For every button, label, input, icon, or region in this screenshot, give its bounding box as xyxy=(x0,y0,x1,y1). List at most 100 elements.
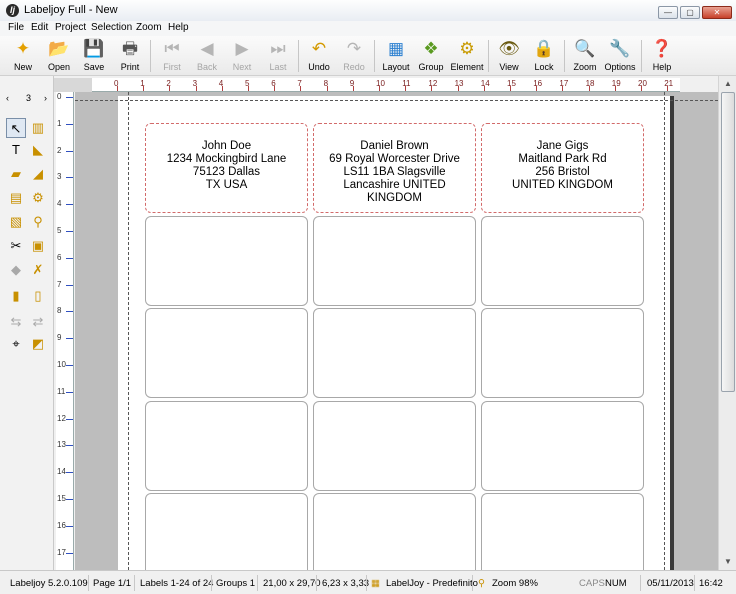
label-cell[interactable] xyxy=(313,493,476,570)
close-button[interactable]: ✕ xyxy=(702,6,732,19)
bring-front-icon[interactable]: ▮ xyxy=(6,286,26,306)
page-number[interactable]: 3 xyxy=(26,93,31,103)
element-button[interactable]: ⚙ Element xyxy=(450,37,484,75)
label-cell[interactable] xyxy=(145,308,308,398)
ruler-tick xyxy=(66,472,73,474)
main-toolbar: ✦ New 📂 Open 💾 Save 🖶 Print ⏮ First ◀ Ba… xyxy=(0,36,736,76)
menu-selection[interactable]: Selection xyxy=(91,22,132,33)
label-cell[interactable] xyxy=(481,493,644,570)
margin-guide xyxy=(664,92,665,570)
ruler-tick xyxy=(169,86,171,91)
scroll-thumb[interactable] xyxy=(721,92,735,392)
address-line: KINGDOM xyxy=(367,192,422,204)
label-cell[interactable]: Daniel Brown 69 Royal Worcester Drive LS11… xyxy=(313,123,476,213)
status-page: Page 1/1 xyxy=(93,578,132,589)
label-cell[interactable] xyxy=(145,215,308,306)
address-line: Lancashire UNITED xyxy=(343,179,446,191)
first-button[interactable]: ⏮ First xyxy=(155,37,189,75)
delete-tool-icon[interactable]: ◆ xyxy=(6,260,26,280)
swap-icon[interactable]: ⇄ xyxy=(28,312,48,332)
menu-help[interactable]: Help xyxy=(168,22,189,33)
ruler-tick xyxy=(66,123,73,125)
barcode-tool-icon[interactable]: ▥ xyxy=(28,118,48,138)
status-bar: Labeljoy 5.2.0.109 Page 1/1 Labels 1-24 … xyxy=(0,570,736,594)
ruler-label: 17 xyxy=(559,79,569,88)
label-cell[interactable]: Jane Gigs Maitland Park Rd 256 Bristol UNIT… xyxy=(481,123,644,213)
open-button[interactable]: 📂 Open xyxy=(42,37,76,75)
status-page-size: 21,00 x 29,70 xyxy=(263,578,321,589)
database-tool-icon[interactable]: ▤ xyxy=(6,188,26,208)
scroll-up-icon[interactable]: ▲ xyxy=(722,78,734,90)
shape-tool-icon[interactable]: ▰ xyxy=(6,164,26,184)
label-sheet: John Doe 1234 Mockingbird Lane 75123 Dalla… xyxy=(118,96,670,570)
label-cell[interactable]: John Doe 1234 Mockingbird Lane 75123 Dalla… xyxy=(145,123,308,213)
send-back-icon[interactable]: ▯ xyxy=(28,286,48,306)
new-button[interactable]: ✦ New xyxy=(6,37,40,75)
label-cell[interactable] xyxy=(313,308,476,398)
first-icon: ⏮ xyxy=(164,39,180,58)
menu-file[interactable]: File xyxy=(8,22,24,33)
label-cell[interactable] xyxy=(313,400,476,491)
menu-project[interactable]: Project xyxy=(55,22,86,33)
label-cell[interactable] xyxy=(145,493,308,570)
ruler-label: 4 xyxy=(57,199,62,209)
view-button[interactable]: 👁 View xyxy=(492,37,526,75)
label-address: Daniel Brown 69 Royal Worcester Drive LS11… xyxy=(314,140,475,205)
scroll-down-icon[interactable]: ▼ xyxy=(722,556,734,568)
ruler-tick xyxy=(66,365,73,366)
design-canvas[interactable]: John Doe 1234 Mockingbird Lane 75123 Dalla… xyxy=(75,92,718,570)
label-cell[interactable] xyxy=(481,400,644,491)
status-layout: LabelJoy - Predefinito xyxy=(386,578,478,589)
line-tool-icon[interactable]: ◢ xyxy=(28,164,48,184)
label-cell[interactable] xyxy=(145,400,308,491)
print-icon: 🖶 xyxy=(121,39,139,58)
text-tool-icon[interactable]: T xyxy=(6,140,26,160)
vertical-scrollbar[interactable]: ▲ ▼ xyxy=(718,76,736,570)
horizontal-ruler: 0 1 2 3 4 5 6 7 8 9 10 11 12 13 14 15 16 17 18 19 20 21 xyxy=(92,78,680,92)
save-button[interactable]: 💾 Save xyxy=(77,37,111,75)
lock-button[interactable]: 🔒 Lock xyxy=(527,37,561,75)
layout-button[interactable]: ▦ Layout xyxy=(379,37,413,75)
maximize-button[interactable]: ▢ xyxy=(680,6,700,19)
image-tool-icon[interactable]: ◣ xyxy=(28,140,48,160)
address-line: Jane Gigs xyxy=(536,140,589,152)
next-page-icon[interactable]: › xyxy=(44,93,47,103)
back-button[interactable]: ◀ Back xyxy=(190,37,224,75)
element-icon: ⚙ xyxy=(459,39,475,58)
last-button[interactable]: ⏭ Last xyxy=(261,37,295,75)
align-icon[interactable]: ⇆ xyxy=(6,312,26,332)
zoom-button[interactable]: 🔍 Zoom xyxy=(568,37,602,75)
counter-tool-icon[interactable]: ⚙ xyxy=(28,188,48,208)
help-icon: ❓ xyxy=(651,39,673,58)
remove-tool-icon[interactable]: ✗ xyxy=(28,260,48,280)
print-button[interactable]: 🖶 Print xyxy=(113,37,147,75)
ruler-label: 3 xyxy=(57,172,62,182)
page-navigator: ‹ 3 › xyxy=(4,92,50,108)
menu-zoom[interactable]: Zoom xyxy=(136,22,162,33)
group-icon: ❖ xyxy=(423,39,439,58)
help-button[interactable]: ❓ Help xyxy=(645,37,679,75)
status-num: NUM xyxy=(605,578,627,589)
group-button[interactable]: ❖ Group xyxy=(414,37,448,75)
minimize-button[interactable]: — xyxy=(658,6,678,19)
position-icon[interactable]: ⌖ xyxy=(6,334,26,354)
ruler-label: 15 xyxy=(507,79,516,88)
menu-edit[interactable]: Edit xyxy=(31,22,48,33)
copy-tool-icon[interactable]: ⚲ xyxy=(28,212,48,232)
next-button[interactable]: ▶ Next xyxy=(225,37,259,75)
select-tool-icon[interactable]: ↖ xyxy=(6,118,26,138)
prev-page-icon[interactable]: ‹ xyxy=(6,93,9,103)
counter-tool-icon[interactable]: ▧ xyxy=(6,212,26,232)
ruler-tick xyxy=(66,552,73,554)
rotate-icon[interactable]: ◩ xyxy=(28,334,48,354)
label-cell[interactable] xyxy=(481,308,644,398)
paste-tool-icon[interactable]: ▣ xyxy=(28,236,48,256)
save-icon: 💾 xyxy=(83,39,105,58)
ruler-label: 6 xyxy=(57,252,62,262)
label-cell[interactable] xyxy=(313,215,476,306)
label-cell[interactable] xyxy=(481,215,644,306)
cut-tool-icon[interactable]: ✂ xyxy=(6,236,26,256)
redo-button[interactable]: ↷ Redo xyxy=(337,37,371,75)
options-button[interactable]: 🔧 Options xyxy=(603,37,637,75)
undo-button[interactable]: ↶ Undo xyxy=(302,37,336,75)
